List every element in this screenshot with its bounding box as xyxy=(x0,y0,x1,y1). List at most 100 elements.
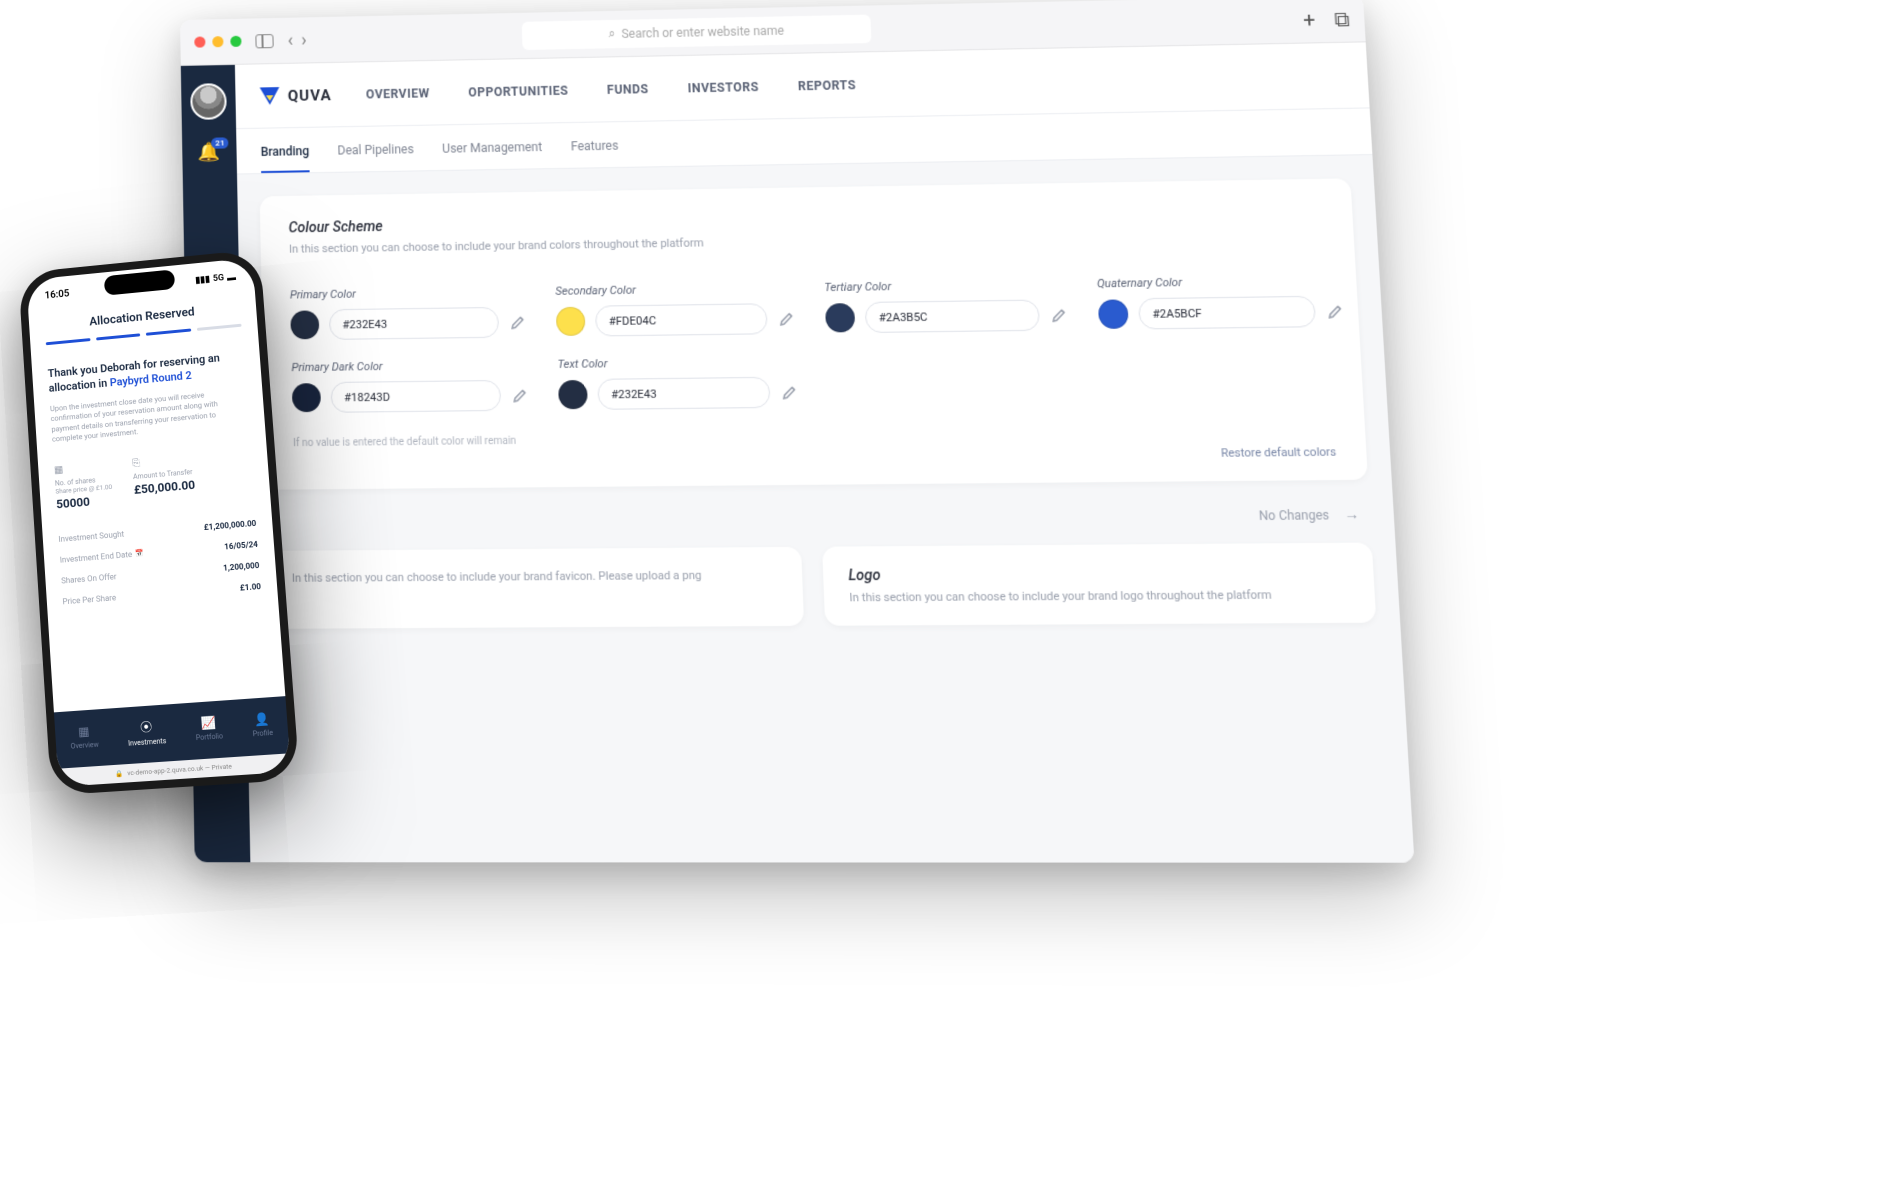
logo-mark-icon xyxy=(259,87,279,105)
color-input[interactable] xyxy=(865,300,1041,333)
color-label: Primary Color xyxy=(290,285,527,302)
color-swatch[interactable] xyxy=(290,310,319,339)
restore-default-colors-link[interactable]: Restore default colors xyxy=(293,445,1336,469)
logo-card-desc: In this section you can choose to includ… xyxy=(849,588,1349,605)
color-field-text: Text Color xyxy=(557,355,799,411)
chart-icon: 📈 xyxy=(200,715,216,730)
favicon-card: In this section you can choose to includ… xyxy=(267,547,804,629)
eyedropper-icon[interactable] xyxy=(1050,305,1070,324)
step-indicator xyxy=(96,333,141,340)
color-swatch[interactable] xyxy=(1098,299,1129,329)
app-frame: 🔔 21 QUVA OVERVIEW OPPORTUNITIES FUNDS I… xyxy=(181,42,1415,862)
color-swatch[interactable] xyxy=(558,380,588,409)
step-indicator xyxy=(46,338,90,345)
phone-body: Thank you Deborah for reserving an alloc… xyxy=(31,335,285,712)
color-input[interactable] xyxy=(595,303,768,336)
subtab-deal-pipelines[interactable]: Deal Pipelines xyxy=(337,142,414,172)
eyedropper-icon[interactable] xyxy=(780,383,800,402)
eyedropper-icon[interactable] xyxy=(1325,302,1345,321)
color-label: Primary Dark Color xyxy=(291,358,529,374)
color-label: Text Color xyxy=(557,355,798,371)
profile-icon: 👤 xyxy=(254,711,270,726)
row-value: £1.00 xyxy=(240,582,262,593)
subtab-branding[interactable]: Branding xyxy=(261,144,310,173)
tab-overview[interactable]: ▦Overview xyxy=(69,723,99,750)
row-value: £1,200,000.00 xyxy=(204,519,257,532)
detail-rows: Investment Sought £1,200,000.00 Investme… xyxy=(58,513,262,613)
transfer-icon: ⎘ xyxy=(132,453,194,469)
step-indicator xyxy=(146,329,191,336)
tab-investments[interactable]: ⦿Investments xyxy=(126,717,166,748)
color-swatch[interactable] xyxy=(292,383,321,412)
calendar-icon: 📅 xyxy=(135,549,144,558)
nav-reports[interactable]: REPORTS xyxy=(798,77,857,92)
color-field-tertiary: Tertiary Color xyxy=(824,277,1070,333)
detail-text: Upon the investment close date you will … xyxy=(50,386,249,445)
color-input[interactable] xyxy=(329,307,499,340)
grid-icon: ▦ xyxy=(78,724,90,739)
notifications-button[interactable]: 🔔 21 xyxy=(198,142,221,164)
tab-label: Profile xyxy=(252,728,273,738)
colour-scheme-card: Colour Scheme In this section you can ch… xyxy=(260,178,1368,489)
avatar[interactable] xyxy=(190,83,227,120)
color-input[interactable] xyxy=(597,377,770,410)
color-swatch[interactable] xyxy=(825,303,855,332)
stat-value: 50000 xyxy=(56,493,114,512)
app-main: QUVA OVERVIEW OPPORTUNITIES FUNDS INVEST… xyxy=(235,42,1415,862)
logo[interactable]: QUVA xyxy=(259,86,331,105)
row-value: 1,200,000 xyxy=(223,561,260,573)
new-tab-button[interactable]: + xyxy=(1303,7,1316,32)
minimize-window-button[interactable] xyxy=(212,36,223,47)
nav-investors[interactable]: INVESTORS xyxy=(687,79,759,95)
step-indicator xyxy=(196,324,241,331)
forward-button[interactable]: › xyxy=(301,29,307,50)
eyedropper-icon[interactable] xyxy=(511,386,530,405)
tab-overview-button[interactable]: ⧉ xyxy=(1334,6,1351,31)
tab-portfolio[interactable]: 📈 Portfolio xyxy=(194,714,223,741)
back-button[interactable]: ‹ xyxy=(287,30,293,51)
favicon-desc: In this section you can choose to includ… xyxy=(292,568,777,585)
tab-profile[interactable]: 👤 Profile xyxy=(251,711,273,738)
maximize-window-button[interactable] xyxy=(230,36,241,47)
phone-stats: ▦ No. of shares Share price @ £1.00 5000… xyxy=(54,448,254,511)
stat-value: £50,000.00 xyxy=(134,478,196,497)
tab-label: Investments xyxy=(128,737,167,748)
logo-card-title: Logo xyxy=(848,564,1348,584)
color-input[interactable] xyxy=(331,380,502,413)
tab-label: Overview xyxy=(70,740,99,750)
url-bar[interactable]: ⌕ Search or enter website name xyxy=(522,14,872,49)
eyedropper-icon[interactable] xyxy=(777,309,796,328)
logo-text: QUVA xyxy=(288,86,332,105)
sidebar-toggle-icon[interactable] xyxy=(255,34,273,48)
phone-screen: 16:05 ▮▮▮ 5G ▬ Allocation Reserved Thank… xyxy=(26,258,291,787)
subtab-user-management[interactable]: User Management xyxy=(442,140,543,170)
tab-label: Portfolio xyxy=(196,732,224,742)
nav-funds[interactable]: FUNDS xyxy=(607,81,649,96)
signal-bars-icon: ▮▮▮ xyxy=(195,275,210,286)
color-field-primary: Primary Color xyxy=(290,285,528,340)
no-changes-label: No Changes xyxy=(1259,507,1330,522)
color-grid: Primary Color Secondary Color xyxy=(290,274,1334,414)
phone-mockup: 16:05 ▮▮▮ 5G ▬ Allocation Reserved Thank… xyxy=(18,249,300,795)
color-field-quaternary: Quaternary Color xyxy=(1097,273,1347,330)
nav-overview[interactable]: OVERVIEW xyxy=(366,86,430,101)
row-label: Investment Sought xyxy=(58,529,124,543)
color-input[interactable] xyxy=(1138,296,1316,330)
phone-url-text: vc-demo-app-2.quva.co.uk — Private xyxy=(127,762,232,777)
battery-icon: ▬ xyxy=(227,272,237,284)
subtab-features[interactable]: Features xyxy=(571,138,620,167)
eyedropper-icon[interactable] xyxy=(509,313,528,332)
color-field-primary-dark: Primary Dark Color xyxy=(291,358,530,413)
arrow-right-icon[interactable]: → xyxy=(1344,505,1360,523)
notif-count-badge: 21 xyxy=(211,137,228,148)
shares-icon: ▦ xyxy=(54,460,111,476)
close-window-button[interactable] xyxy=(194,36,205,47)
nav-opportunities[interactable]: OPPORTUNITIES xyxy=(468,83,568,99)
phone-time: 16:05 xyxy=(44,288,69,301)
traffic-lights xyxy=(194,36,241,48)
color-swatch[interactable] xyxy=(556,307,586,336)
color-field-secondary: Secondary Color xyxy=(555,281,797,337)
primary-nav: OVERVIEW OPPORTUNITIES FUNDS INVESTORS R… xyxy=(366,77,856,101)
row-label: Investment End Date 📅 xyxy=(60,549,144,565)
broadcast-icon: ⦿ xyxy=(140,718,153,736)
